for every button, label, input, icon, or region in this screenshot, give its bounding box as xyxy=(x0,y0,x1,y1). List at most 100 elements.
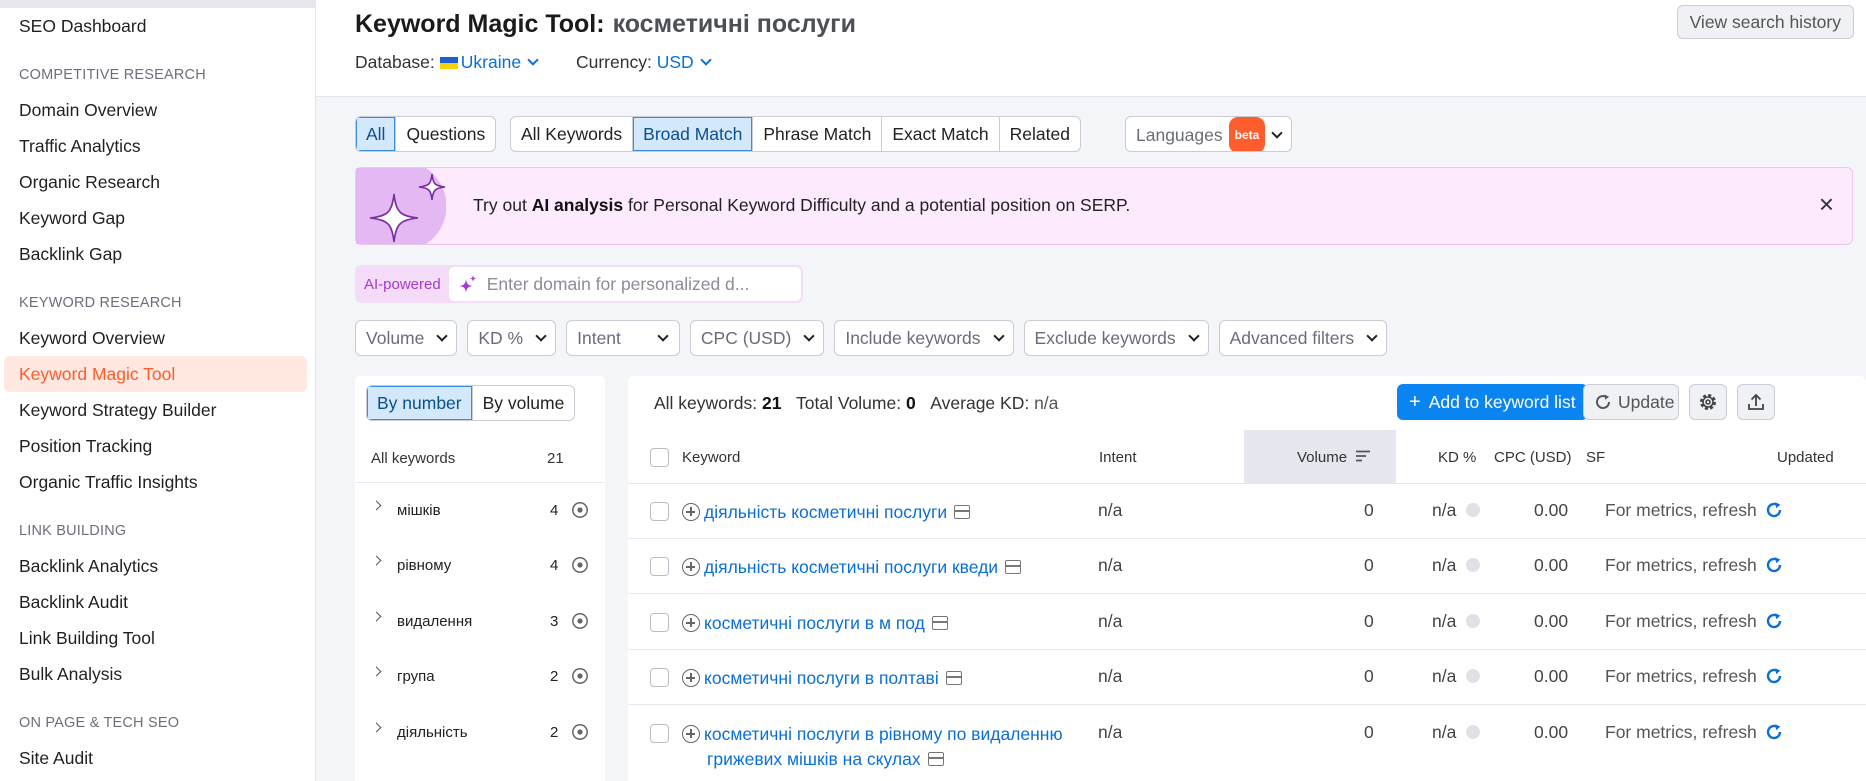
sidebar-item-domain-overview[interactable]: Domain Overview xyxy=(0,92,315,128)
toggle-by-volume[interactable]: By volume xyxy=(473,386,575,420)
database-select[interactable]: Ukraine xyxy=(435,52,539,72)
sidebar-item-position-tracking[interactable]: Position Tracking xyxy=(0,428,315,464)
keyword-link[interactable]: діяльність косметичні послуги xyxy=(682,500,971,525)
add-circle-icon[interactable] xyxy=(682,614,700,632)
add-circle-icon[interactable] xyxy=(682,725,700,743)
filter-volume[interactable]: Volume xyxy=(355,320,458,356)
group-item[interactable]: видалення 3 xyxy=(355,595,605,650)
cell-updated[interactable]: For metrics, refresh xyxy=(1605,555,1783,576)
cell-kd: n/a xyxy=(1432,555,1457,575)
filter-include-keywords[interactable]: Include keywords xyxy=(834,320,1014,356)
keyword-link[interactable]: косметичні послуги в рівному по видаленн… xyxy=(682,722,1063,772)
banner-link-ai-analysis[interactable]: AI analysis xyxy=(532,195,623,215)
eye-icon[interactable] xyxy=(571,668,589,684)
filter-kd[interactable]: KD % xyxy=(467,320,557,356)
eye-icon[interactable] xyxy=(571,724,589,740)
keyword-link[interactable]: діяльність косметичні послуги кведи xyxy=(682,555,1022,580)
col-intent[interactable]: Intent xyxy=(1099,449,1137,466)
col-kd[interactable]: KD % xyxy=(1438,449,1476,466)
sidebar-item-keyword-gap[interactable]: Keyword Gap xyxy=(0,200,315,236)
cell-updated[interactable]: For metrics, refresh xyxy=(1605,500,1783,521)
col-volume[interactable]: Volume xyxy=(1297,449,1371,466)
sidebar-item-organic-traffic-insights[interactable]: Organic Traffic Insights xyxy=(0,464,315,500)
tab-all-keywords[interactable]: All Keywords xyxy=(511,117,634,151)
refresh-icon[interactable] xyxy=(1765,501,1783,519)
cell-updated[interactable]: For metrics, refresh xyxy=(1605,611,1783,632)
sidebar-item-keyword-magic-tool[interactable]: Keyword Magic Tool xyxy=(4,356,307,392)
tab-related[interactable]: Related xyxy=(1000,117,1080,151)
tab-broad-match[interactable]: Broad Match xyxy=(633,117,754,151)
languages-dropdown[interactable]: Languages beta xyxy=(1125,116,1293,152)
serp-icon[interactable] xyxy=(927,752,944,766)
sidebar-item-organic-research[interactable]: Organic Research xyxy=(0,164,315,200)
tab-all[interactable]: All xyxy=(356,117,397,151)
sidebar-item-traffic-analytics[interactable]: Traffic Analytics xyxy=(0,128,315,164)
cell-updated[interactable]: For metrics, refresh xyxy=(1605,722,1783,743)
col-sf[interactable]: SF xyxy=(1586,449,1605,466)
sidebar-item-backlink-audit[interactable]: Backlink Audit xyxy=(0,584,315,620)
export-button[interactable] xyxy=(1737,384,1775,420)
cell-intent: n/a xyxy=(1098,500,1123,520)
cell-volume: 0 xyxy=(1364,611,1374,631)
cell-kd: n/a xyxy=(1432,666,1457,686)
update-button[interactable]: Update xyxy=(1583,384,1679,420)
tab-exact-match[interactable]: Exact Match xyxy=(882,117,1000,151)
group-item[interactable]: мішків 4 xyxy=(355,484,605,539)
tab-phrase-match[interactable]: Phrase Match xyxy=(753,117,883,151)
serp-icon[interactable] xyxy=(931,616,948,630)
sidebar-item-backlink-gap[interactable]: Backlink Gap xyxy=(0,236,315,272)
filter-exclude-keywords[interactable]: Exclude keywords xyxy=(1023,320,1209,356)
sidebar-item-seo-dashboard[interactable]: SEO Dashboard xyxy=(0,8,315,44)
add-circle-icon[interactable] xyxy=(682,558,700,576)
add-to-keyword-list-button[interactable]: + Add to keyword list xyxy=(1397,384,1588,420)
group-item[interactable]: рівному 4 xyxy=(355,539,605,594)
group-item[interactable]: діяльність 2 xyxy=(355,706,605,761)
ai-powered-field: AI-powered Enter domain for personalized… xyxy=(355,265,803,303)
group-item[interactable]: група 2 xyxy=(355,650,605,705)
serp-icon[interactable] xyxy=(954,505,971,519)
refresh-icon[interactable] xyxy=(1765,612,1783,630)
database-row: Database: Ukraine Currency: USD xyxy=(355,52,712,73)
sidebar-item-backlink-analytics[interactable]: Backlink Analytics xyxy=(0,548,315,584)
select-all-checkbox[interactable] xyxy=(650,448,669,467)
row-checkbox[interactable] xyxy=(650,724,669,743)
keyword-link[interactable]: косметичні послуги в полтаві xyxy=(682,666,962,691)
eye-icon[interactable] xyxy=(571,557,589,573)
settings-button[interactable] xyxy=(1689,384,1727,420)
filter-cpc[interactable]: CPC (USD) xyxy=(689,320,825,356)
serp-icon[interactable] xyxy=(1005,560,1022,574)
add-circle-icon[interactable] xyxy=(682,669,700,687)
refresh-icon[interactable] xyxy=(1765,723,1783,741)
sidebar-item-bulk-analysis[interactable]: Bulk Analysis xyxy=(0,656,315,692)
cell-updated[interactable]: For metrics, refresh xyxy=(1605,666,1783,687)
currency-select[interactable]: USD xyxy=(657,52,712,72)
eye-icon[interactable] xyxy=(571,613,589,629)
row-checkbox[interactable] xyxy=(650,613,669,632)
eye-icon[interactable] xyxy=(571,502,589,518)
refresh-icon[interactable] xyxy=(1765,556,1783,574)
sidebar-item-keyword-strategy-builder[interactable]: Keyword Strategy Builder xyxy=(0,392,315,428)
keyword-link[interactable]: косметичні послуги в м под xyxy=(682,611,948,636)
sidebar-item-keyword-overview[interactable]: Keyword Overview xyxy=(0,320,315,356)
row-checkbox[interactable] xyxy=(650,668,669,687)
col-updated[interactable]: Updated xyxy=(1777,449,1834,466)
row-checkbox[interactable] xyxy=(650,502,669,521)
col-cpc[interactable]: CPC (USD) xyxy=(1494,449,1572,466)
sidebar-item-site-audit[interactable]: Site Audit xyxy=(0,740,315,776)
row-checkbox[interactable] xyxy=(650,557,669,576)
sidebar-item-link-building-tool[interactable]: Link Building Tool xyxy=(0,620,315,656)
domain-input[interactable]: Enter domain for personalized d... xyxy=(448,267,801,301)
filter-intent[interactable]: Intent xyxy=(566,320,680,356)
tab-questions[interactable]: Questions xyxy=(396,117,495,151)
view-search-history-button[interactable]: View search history xyxy=(1676,5,1854,39)
add-circle-icon[interactable] xyxy=(682,503,700,521)
groups-header[interactable]: All keywords 21 xyxy=(355,434,605,483)
group-count: 3 xyxy=(550,613,559,630)
col-keyword[interactable]: Keyword xyxy=(682,449,740,466)
sidebar-section-link-building: LINK BUILDING xyxy=(19,523,127,539)
toggle-by-number[interactable]: By number xyxy=(367,386,473,420)
close-icon[interactable]: × xyxy=(1819,189,1834,220)
refresh-icon[interactable] xyxy=(1765,667,1783,685)
filter-advanced[interactable]: Advanced filters xyxy=(1218,320,1388,356)
serp-icon[interactable] xyxy=(945,671,962,685)
